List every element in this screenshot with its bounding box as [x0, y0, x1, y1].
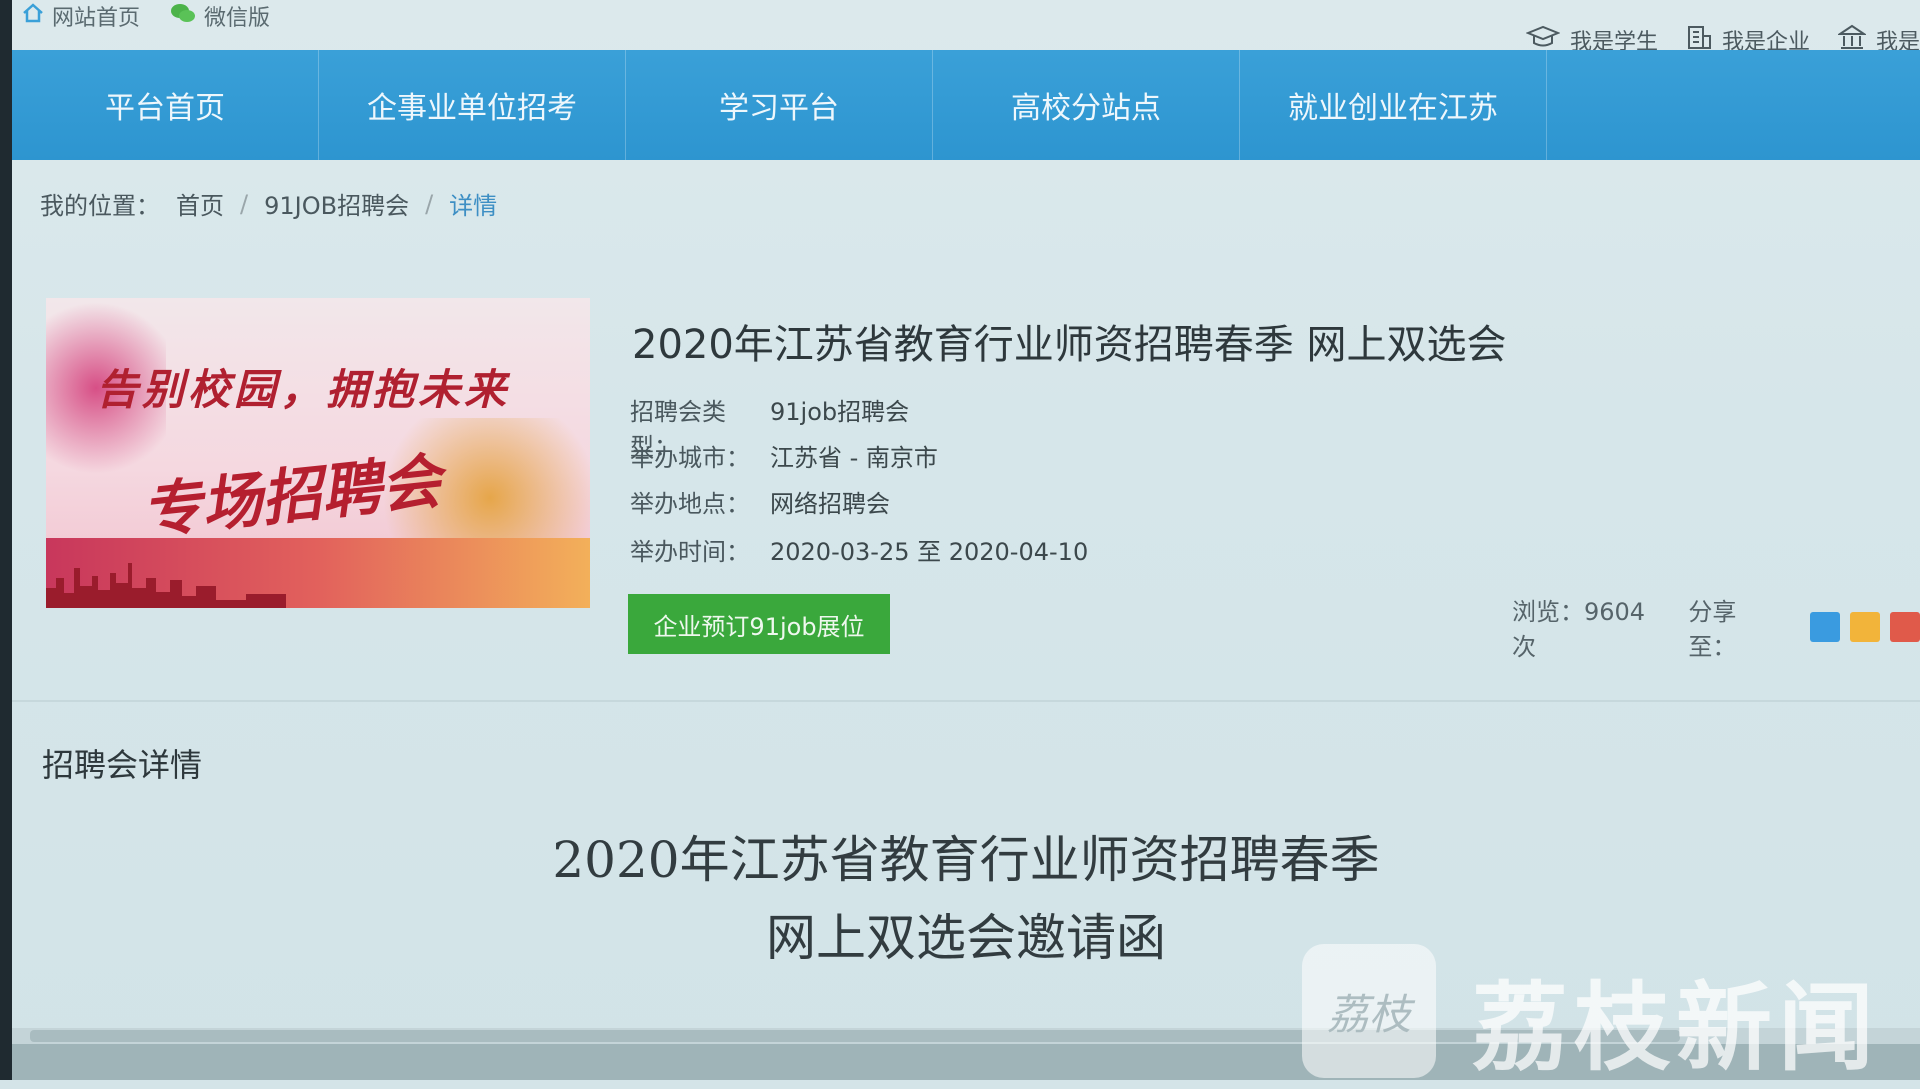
event-time-row: 举办时间： 2020-03-25 至 2020-04-10 — [630, 532, 1088, 567]
nav-item-label: 学习平台 — [719, 91, 839, 126]
home-link[interactable]: 网站首页 — [22, 0, 140, 32]
nav-item-platform-home[interactable]: 平台首页 — [12, 50, 319, 160]
event-place-value: 网络招聘会 — [770, 490, 890, 518]
nav-item-learning[interactable]: 学习平台 — [626, 50, 933, 160]
breadcrumb-current: 详情 — [449, 192, 498, 220]
event-banner-image: 告别校园，拥抱未来 专场招聘会 — [46, 298, 590, 608]
share-qzone-icon[interactable] — [1850, 612, 1880, 642]
breadcrumb-home[interactable]: 首页 — [176, 186, 224, 221]
breadcrumb-prefix: 我的位置： — [40, 192, 160, 220]
breadcrumb-job-fair[interactable]: 91JOB招聘会 — [264, 186, 409, 221]
event-city-row: 举办城市： 江苏省 - 南京市 — [630, 438, 938, 473]
nav-item-label: 就业创业在江苏 — [1288, 91, 1498, 126]
event-time-value: 2020-03-25 至 2020-04-10 — [770, 538, 1089, 566]
wechat-link[interactable]: 微信版 — [170, 0, 270, 32]
home-icon — [22, 3, 44, 29]
nav-item-label: 平台首页 — [105, 91, 225, 126]
watermark-text: 荔枝新闻 — [1472, 972, 1880, 1084]
event-city-value: 江苏省 - 南京市 — [770, 444, 938, 472]
book-booth-button[interactable]: 企业预订91job展位 — [628, 594, 890, 654]
top-left-links: 网站首页 微信版 — [22, 0, 270, 32]
nav-item-jiangsu-employment[interactable]: 就业创业在江苏 — [1240, 50, 1547, 160]
watermark-logo: 荔枝 — [1302, 944, 1436, 1078]
nav-item-university-sites[interactable]: 高校分站点 — [933, 50, 1240, 160]
section-divider — [12, 700, 1920, 702]
breadcrumb: 我的位置： 首页 / 91JOB招聘会 / 详情 — [40, 186, 497, 221]
event-time-label: 举办时间： — [630, 538, 750, 566]
views-share-bar: 浏览：9604次 分享至： — [1512, 592, 1920, 662]
view-count: 浏览：9604次 — [1512, 598, 1646, 661]
share-more-icon[interactable] — [1810, 612, 1840, 642]
monitor-bezel — [0, 0, 12, 1080]
event-city-label: 举办城市： — [630, 444, 750, 472]
breadcrumb-separator: / — [425, 189, 434, 218]
invitation-title-line1: 2020年江苏省教育行业师资招聘春季 — [552, 831, 1380, 889]
skyline-graphic — [46, 563, 286, 608]
breadcrumb-separator: / — [240, 189, 249, 218]
wechat-icon — [170, 2, 196, 30]
event-place-label: 举办地点： — [630, 490, 750, 518]
share-icons — [1810, 612, 1920, 642]
nav-item-label: 高校分站点 — [1011, 91, 1161, 126]
top-utility-bar: 网站首页 微信版 我是学生 我是企业 我是 — [12, 0, 1920, 55]
share-weibo-icon[interactable] — [1890, 612, 1920, 642]
event-place-row: 举办地点： 网络招聘会 — [630, 484, 890, 519]
main-nav: 平台首页 企事业单位招考 学习平台 高校分站点 就业创业在江苏 — [12, 50, 1920, 160]
browser-viewport: 网站首页 微信版 我是学生 我是企业 我是 平台首页 企事业单位招考 学习平台 … — [12, 0, 1920, 1084]
nav-item-label: 企事业单位招考 — [367, 91, 577, 126]
details-section-title: 招聘会详情 — [42, 746, 203, 784]
banner-slogan: 告别校园，拥抱未来 — [96, 365, 511, 414]
home-link-label: 网站首页 — [52, 6, 141, 31]
wechat-link-label: 微信版 — [204, 6, 271, 31]
nav-item-enterprise-exams[interactable]: 企事业单位招考 — [319, 50, 626, 160]
event-title: 2020年江苏省教育行业师资招聘春季 网上双选会 — [632, 322, 1507, 368]
share-label: 分享至： — [1688, 598, 1737, 661]
